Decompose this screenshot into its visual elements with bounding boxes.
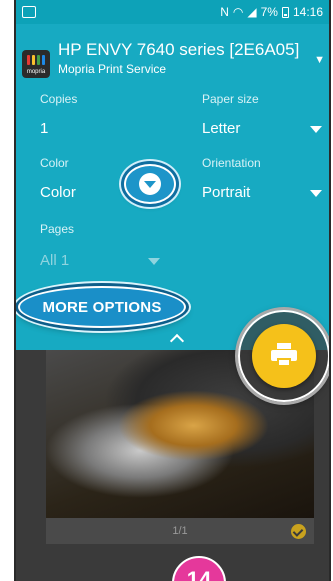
more-options-button[interactable]: MORE OPTIONS	[18, 286, 186, 328]
paper-size-dropdown-icon[interactable]	[310, 126, 322, 133]
color-select[interactable]: Color	[40, 184, 76, 201]
step-badge: 14	[172, 556, 226, 581]
status-bar: N ◠ ◢ 7% 14:16	[16, 0, 329, 24]
orientation-label: Orientation	[202, 156, 261, 170]
paper-size-select[interactable]: Letter	[202, 120, 240, 137]
printer-icon	[271, 343, 297, 369]
orientation-select[interactable]: Portrait	[202, 184, 250, 201]
preview-footer: 1/1	[46, 518, 314, 544]
battery-percent: 7%	[260, 5, 278, 19]
pages-select[interactable]: All 1	[40, 252, 69, 269]
mopria-logo: mopria	[22, 50, 50, 78]
clock: 14:16	[292, 5, 323, 19]
nfc-icon: N	[220, 5, 229, 19]
copies-input[interactable]: 1	[40, 120, 48, 137]
check-circle-icon[interactable]	[291, 524, 306, 539]
printer-name: HP ENVY 7640 series [2E6A05]	[58, 40, 300, 59]
screenshot-notification-icon	[22, 6, 36, 18]
print-fab-button[interactable]	[252, 324, 316, 388]
color-dropdown-button[interactable]	[124, 164, 176, 204]
status-indicators: N ◠ ◢ 7% 14:16	[220, 5, 323, 19]
wifi-icon: ◠	[232, 5, 244, 19]
cell-signal-icon: ◢	[247, 5, 257, 19]
page-indicator: 1/1	[172, 525, 188, 537]
paper-size-label: Paper size	[202, 92, 259, 106]
chevron-down-icon[interactable]: ▼	[314, 54, 325, 66]
printer-selector[interactable]: mopria HP ENVY 7640 series [2E6A05] Mopr…	[22, 40, 325, 80]
battery-icon	[281, 6, 289, 18]
orientation-dropdown-icon[interactable]	[310, 190, 322, 197]
mopria-logo-text: mopria	[26, 69, 46, 75]
pages-label: Pages	[40, 222, 75, 236]
copies-label: Copies	[40, 92, 78, 106]
color-label: Color	[40, 156, 69, 170]
phone-screen: N ◠ ◢ 7% 14:16 mopria HP ENVY 7640 serie…	[14, 0, 331, 581]
chevron-down-icon	[139, 173, 161, 195]
print-settings-panel: mopria HP ENVY 7640 series [2E6A05] Mopr…	[16, 24, 329, 350]
pages-dropdown-icon[interactable]	[148, 258, 160, 265]
chevron-up-icon[interactable]	[169, 333, 185, 349]
printer-service: Mopria Print Service	[58, 62, 167, 76]
